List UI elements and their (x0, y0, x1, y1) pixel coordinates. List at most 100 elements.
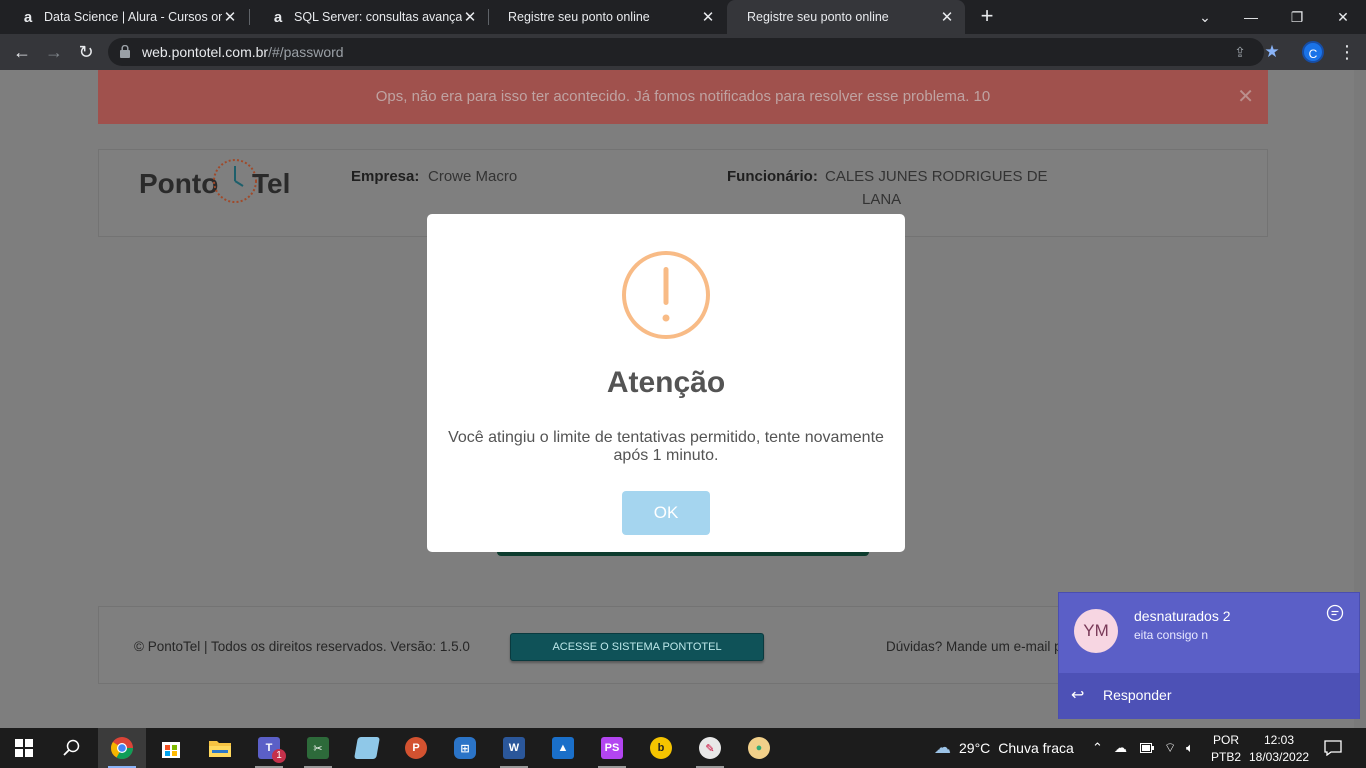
snipping-tool-icon[interactable]: ✂ (294, 728, 342, 768)
bookmark-star-icon[interactable]: ★ (1262, 42, 1282, 62)
tab-registre-ponto-active[interactable]: ▭ Registre seu ponto online ✕ (727, 0, 965, 86)
tab-search-chevron-icon[interactable]: ⌄ (1182, 0, 1228, 34)
lock-icon (120, 45, 130, 58)
paint-icon[interactable]: ✎ (686, 728, 734, 768)
weather-temp: 29°C (959, 740, 991, 756)
empresa-value: Crowe Macro (428, 168, 518, 185)
empresa-label: Empresa: (351, 168, 420, 185)
volume-icon[interactable]: 🔈︎ (1186, 728, 1194, 768)
tab-sql-server[interactable]: a SQL Server: consultas avançadas ✕ (250, 0, 488, 34)
new-tab-plus-icon[interactable]: + (976, 5, 998, 29)
photos-icon[interactable]: ▲ (539, 728, 587, 768)
powerpoint-icon[interactable]: P (392, 728, 440, 768)
notification-center-icon[interactable] (1324, 728, 1342, 768)
teams-notification[interactable]: YM desnaturados 2 eita consigo n ↩ Respo… (1058, 592, 1360, 719)
teams-taskbar-icon[interactable]: T 1 (245, 728, 293, 768)
paint-glyph-icon: ✎ (699, 737, 721, 759)
reply-arrow-icon: ↩ (1071, 687, 1085, 704)
powerpoint-glyph-icon: P (405, 737, 427, 759)
microsoft-store-icon[interactable] (147, 728, 195, 768)
browser-toolbar: ← → ↻ web.pontotel.com.br/#/password ⇪ ★… (0, 34, 1366, 70)
error-alert-banner: Ops, não era para isso ter acontecido. J… (98, 70, 1268, 124)
notepad-glyph-icon (354, 737, 380, 759)
show-hidden-icons-chevron[interactable]: ⌃ (1092, 728, 1103, 768)
address-bar[interactable]: web.pontotel.com.br/#/password ⇪ ★ (108, 38, 1280, 66)
funcionario-label: Funcionário: (727, 168, 818, 185)
alura-favicon-icon: a (23, 8, 33, 26)
weather-desc: Chuva fraca (998, 740, 1074, 756)
back-arrow-icon[interactable]: ← (10, 40, 34, 64)
access-system-button[interactable]: ACESSE O SISTEMA PONTOTEL (510, 633, 764, 661)
modal-title: Atenção (606, 366, 726, 399)
funcionario-name-line1: CALES JUNES RODRIGUES DE (825, 168, 1048, 185)
warning-exclamation-icon (622, 251, 710, 339)
clock-date[interactable]: 18/03/2022 (1249, 750, 1309, 764)
language-code[interactable]: POR (1213, 733, 1239, 747)
browser-tab-strip: a Data Science | Alura - Cursos onli ✕ a… (0, 0, 1366, 86)
reply-button[interactable]: ↩ Responder (1059, 673, 1359, 719)
svg-text:Tel: Tel (252, 168, 290, 199)
remote-app-icon[interactable]: ⊞ (441, 728, 489, 768)
url-text: web.pontotel.com.br/#/password (142, 38, 344, 66)
photos-glyph-icon: ▲ (552, 737, 574, 759)
copyright-text: © PontoTel | Todos os direitos reservado… (134, 639, 470, 654)
url-host: web.pontotel.com.br (142, 44, 269, 60)
minimize-icon[interactable]: — (1228, 0, 1274, 34)
url-path: /#/password (268, 44, 344, 60)
reload-icon[interactable]: ↻ (74, 40, 98, 64)
notification-sender: desnaturados 2 (1134, 608, 1231, 624)
clock-time[interactable]: 12:03 (1264, 733, 1294, 747)
close-tab-icon[interactable]: ✕ (222, 8, 238, 26)
phpstorm-icon[interactable]: PS (588, 728, 636, 768)
funcionario-name-line2: LANA (862, 191, 902, 208)
alert-text: Ops, não era para isso ter acontecido. J… (375, 88, 991, 105)
alura-favicon-icon: a (273, 8, 283, 26)
attention-modal: Atenção Você atingiu o limite de tentati… (427, 214, 905, 552)
rain-cloud-icon: ☁ (934, 738, 951, 757)
close-tab-icon[interactable]: ✕ (462, 8, 478, 26)
pontotel-logo: Ponto Tel (139, 159, 290, 203)
notification-message: eita consigo n (1134, 628, 1209, 642)
tab-title: Data Science | Alura - Cursos onli (44, 10, 222, 24)
tab-title: Registre seu ponto online (508, 10, 650, 24)
tab-title: SQL Server: consultas avançadas (294, 10, 462, 24)
help-email-text: Dúvidas? Mande um e-mail p (886, 639, 1062, 654)
tab-alura-data-science[interactable]: a Data Science | Alura - Cursos onli ✕ (0, 0, 248, 34)
word-glyph-icon: W (503, 737, 525, 759)
close-tab-icon[interactable]: ✕ (939, 8, 955, 26)
wifi-icon[interactable]: ⌔ (1164, 728, 1176, 768)
teams-badge: 1 (272, 749, 286, 763)
reply-label: Responder (1103, 687, 1172, 703)
word-icon[interactable]: W (490, 728, 538, 768)
kebab-menu-icon[interactable]: ⋮ (1338, 40, 1356, 64)
close-window-icon[interactable]: ✕ (1320, 0, 1366, 34)
onedrive-icon[interactable]: ☁ (1114, 728, 1127, 768)
restore-window-icon[interactable]: ❐ (1274, 0, 1320, 34)
notepad-icon[interactable] (343, 728, 391, 768)
chat-bubble-icon[interactable] (1325, 603, 1345, 623)
share-icon[interactable]: ⇪ (1230, 42, 1250, 62)
snip-glyph-icon: ✂ (307, 737, 329, 759)
search-icon[interactable] (48, 728, 96, 768)
remote-glyph-icon: ⊞ (454, 737, 476, 759)
forward-arrow-icon[interactable]: → (42, 40, 66, 64)
svg-text:Ponto: Ponto (139, 168, 218, 199)
file-explorer-icon[interactable] (196, 728, 244, 768)
chrome-taskbar-icon[interactable] (98, 728, 146, 768)
close-alert-icon[interactable]: ✕ (1237, 70, 1254, 124)
weather-widget[interactable]: ☁ 29°C Chuva fraca (934, 728, 1074, 768)
paint3d-glyph-icon: ● (748, 737, 770, 759)
bandicam-icon[interactable]: b (637, 728, 685, 768)
phpstorm-glyph-icon: PS (601, 737, 623, 759)
paint-3d-icon[interactable]: ● (735, 728, 783, 768)
keyboard-layout[interactable]: PTB2 (1211, 750, 1241, 764)
bandicam-glyph-icon: b (650, 737, 672, 759)
battery-icon[interactable] (1140, 728, 1154, 768)
ok-button[interactable]: OK (622, 491, 710, 535)
tab-title: Registre seu ponto online (747, 10, 889, 24)
close-tab-icon[interactable]: ✕ (700, 8, 716, 26)
windows-start-icon[interactable] (0, 728, 48, 768)
tab-registre-ponto-1[interactable]: ▭ Registre seu ponto online ✕ (488, 0, 726, 86)
profile-avatar[interactable]: C (1302, 41, 1324, 63)
modal-message: Você atingiu o limite de tentativas perm… (448, 429, 884, 464)
